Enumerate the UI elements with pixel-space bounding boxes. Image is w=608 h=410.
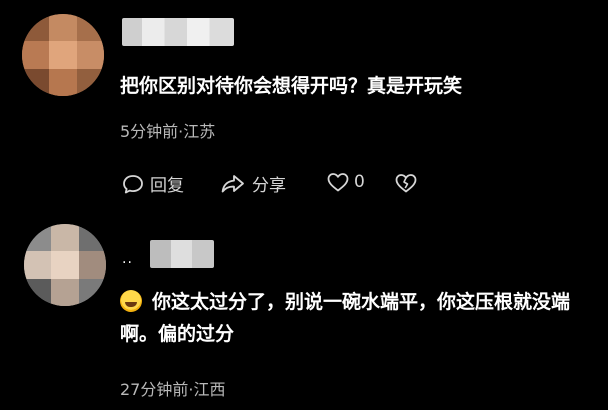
like-count: 0 xyxy=(354,172,365,192)
dislike-button[interactable] xyxy=(394,172,418,194)
avatar[interactable] xyxy=(22,14,104,96)
like-button[interactable]: 0 xyxy=(326,171,365,193)
comment-item: .. 你这太过分了，别说一碗水端平，你这压根就没端啊。偏的过分 27分钟前·江西 xyxy=(0,215,608,410)
avatar[interactable] xyxy=(24,224,106,306)
comment-text: 你这太过分了，别说一碗水端平，你这压根就没端啊。偏的过分 xyxy=(120,291,571,345)
comment-item: 把你区别对待你会想得开吗？真是开玩笑 5分钟前·江苏 回复 分享 0 xyxy=(0,0,608,215)
comment-time-location: 27分钟前·江西 xyxy=(120,380,226,399)
comment-actions: 回复 分享 0 xyxy=(120,171,590,199)
comment-time-location: 5分钟前·江苏 xyxy=(120,122,216,141)
heart-icon xyxy=(326,171,350,193)
username-blurred[interactable] xyxy=(122,18,234,46)
share-button[interactable]: 分享 xyxy=(220,171,286,196)
username-prefix: .. xyxy=(122,251,133,267)
comment-text: 把你区别对待你会想得开吗？真是开玩笑 xyxy=(120,75,463,97)
username-blurred[interactable] xyxy=(150,240,214,268)
comment-bubble-icon xyxy=(122,173,144,195)
share-arrow-icon xyxy=(220,173,246,195)
share-label: 分享 xyxy=(252,176,286,196)
broken-heart-icon xyxy=(394,172,418,194)
reply-button[interactable]: 回复 xyxy=(122,171,184,196)
sweat-smile-emoji-icon xyxy=(120,290,142,312)
comment-content: 你这太过分了，别说一碗水端平，你这压根就没端啊。偏的过分 xyxy=(120,286,592,350)
reply-label: 回复 xyxy=(150,176,184,196)
